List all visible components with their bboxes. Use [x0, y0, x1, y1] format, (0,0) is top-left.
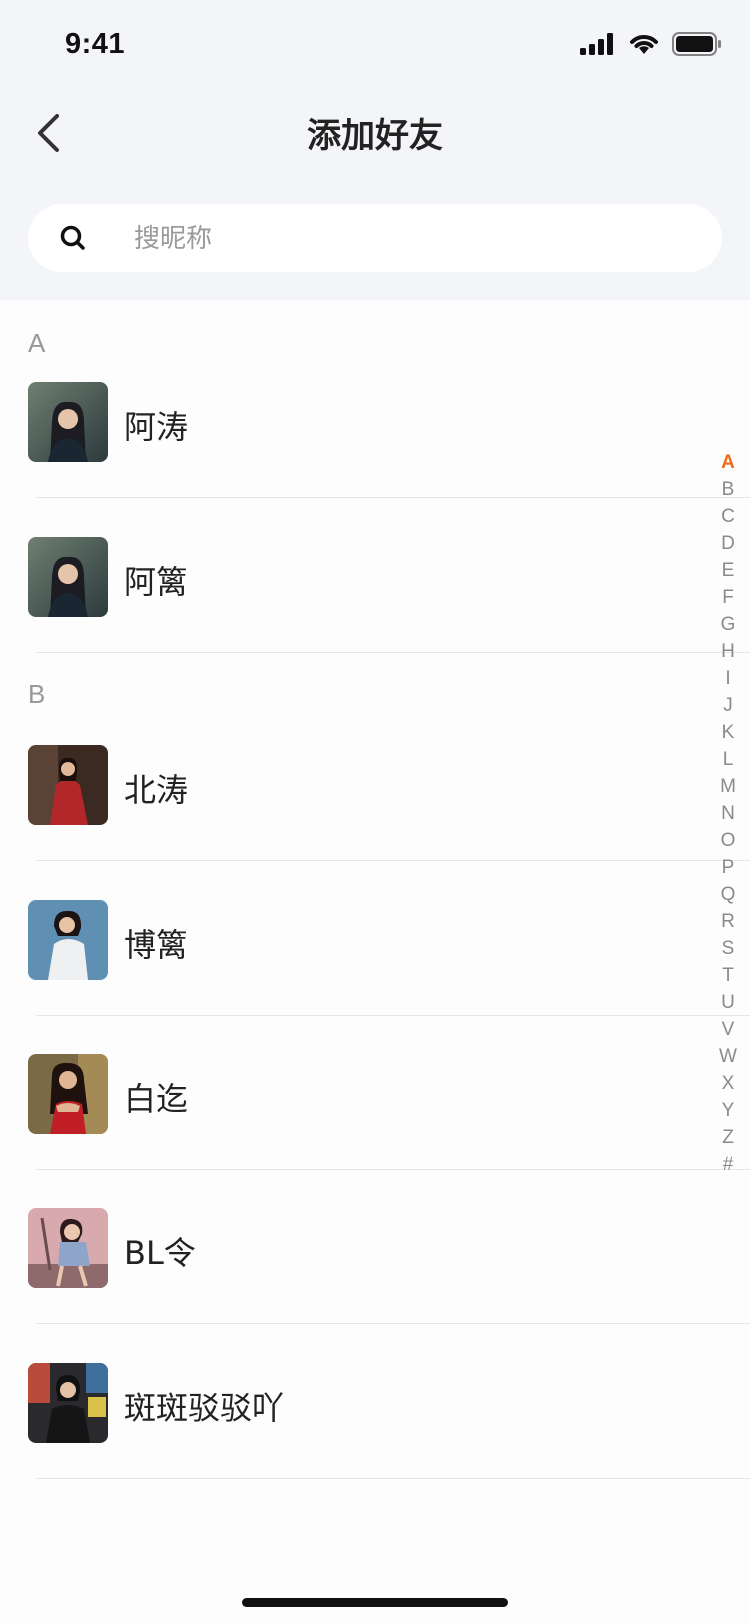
friend-name: 斑斑驳驳吖 — [124, 1389, 285, 1427]
index-letter-v[interactable]: V — [708, 1019, 748, 1041]
index-letter-h[interactable]: H — [708, 641, 748, 663]
friend-name: 北涛 — [124, 771, 189, 809]
index-letter-z[interactable]: Z — [708, 1127, 748, 1149]
avatar — [28, 745, 108, 825]
index-letter-s[interactable]: S — [708, 938, 748, 960]
index-letter-j[interactable]: J — [708, 695, 748, 717]
divider — [36, 860, 750, 861]
avatar — [28, 537, 108, 617]
index-letter-k[interactable]: K — [708, 722, 748, 744]
avatar — [28, 1363, 108, 1443]
index-letter-y[interactable]: Y — [708, 1100, 748, 1122]
friend-name: 白迄 — [124, 1080, 189, 1118]
status-icons — [580, 32, 722, 56]
avatar — [28, 900, 108, 980]
friend-name: 阿涛 — [124, 408, 189, 446]
search-bar[interactable] — [28, 204, 722, 274]
friend-row[interactable]: 斑斑驳驳吖 — [0, 1363, 750, 1523]
index-letter-d[interactable]: D — [708, 533, 748, 555]
friend-row[interactable]: 阿篱 — [0, 537, 750, 697]
index-letter-t[interactable]: T — [708, 965, 748, 987]
section-header-a: A — [28, 328, 46, 358]
index-letter-c[interactable]: C — [708, 506, 748, 528]
friend-name: 博篱 — [124, 926, 189, 964]
avatar — [28, 382, 108, 462]
search-icon — [60, 225, 85, 250]
home-indicator — [242, 1598, 508, 1607]
index-letter-i[interactable]: I — [708, 668, 748, 690]
index-letter-p[interactable]: P — [708, 857, 748, 879]
index-letter-hash[interactable]: # — [708, 1154, 748, 1176]
search-input[interactable] — [132, 204, 696, 274]
index-letter-e[interactable]: E — [708, 560, 748, 582]
index-letter-x[interactable]: X — [708, 1073, 748, 1095]
index-letter-q[interactable]: Q — [708, 884, 748, 906]
section-header-b: B — [28, 679, 46, 709]
friend-row[interactable]: 博篱 — [0, 900, 750, 1060]
page-title: 添加好友 — [307, 116, 443, 156]
divider — [36, 1323, 750, 1324]
friend-row[interactable]: 北涛 — [0, 745, 750, 905]
index-letter-a[interactable]: A — [708, 452, 748, 474]
divider — [36, 1478, 750, 1479]
index-letter-r[interactable]: R — [708, 911, 748, 933]
divider — [36, 1169, 750, 1170]
index-letter-o[interactable]: O — [708, 830, 748, 852]
wifi-icon — [630, 35, 658, 54]
divider — [36, 652, 750, 653]
friend-row[interactable]: 白迄 — [0, 1054, 750, 1214]
battery-icon — [672, 32, 721, 56]
friend-name: BL令 — [124, 1234, 196, 1272]
friend-row[interactable]: BL令 — [0, 1208, 750, 1368]
index-letter-b[interactable]: B — [708, 479, 748, 501]
divider — [36, 1015, 750, 1016]
index-letter-u[interactable]: U — [708, 992, 748, 1014]
status-time: 9:41 — [65, 28, 126, 60]
index-letter-l[interactable]: L — [708, 749, 748, 771]
signal-icon — [580, 33, 613, 55]
avatar — [28, 1208, 108, 1288]
header: 9:41 添加好友 — [0, 0, 750, 300]
index-letter-w[interactable]: W — [708, 1046, 748, 1068]
avatar — [28, 1054, 108, 1134]
index-letter-f[interactable]: F — [708, 587, 748, 609]
friend-name: 阿篱 — [124, 563, 189, 601]
index-letter-m[interactable]: M — [708, 776, 748, 798]
friend-row[interactable]: 阿涛 — [0, 382, 750, 542]
index-letter-g[interactable]: G — [708, 614, 748, 636]
index-letter-n[interactable]: N — [708, 803, 748, 825]
divider — [36, 497, 750, 498]
